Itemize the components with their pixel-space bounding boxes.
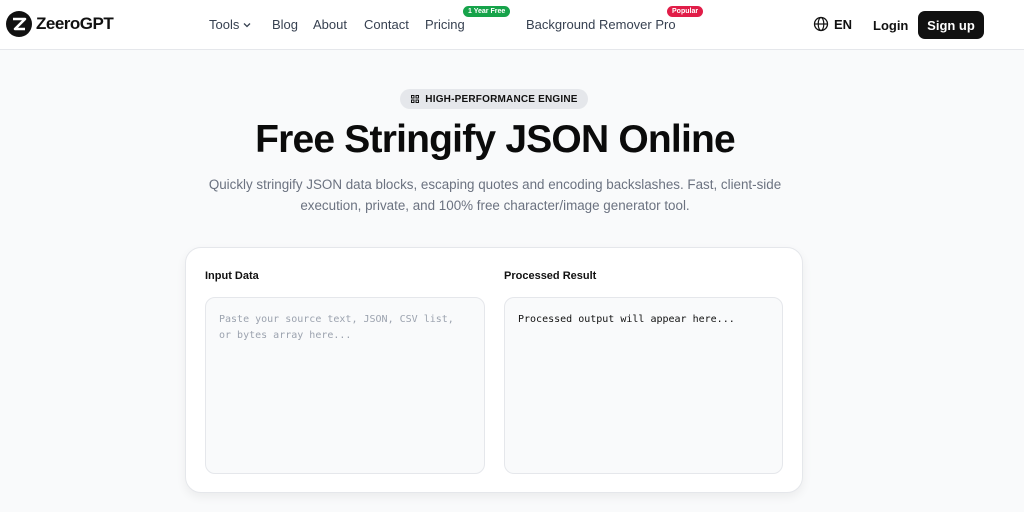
- nav-background-remover-label: Background Remover Pro: [526, 17, 676, 32]
- nav-tools[interactable]: Tools: [209, 17, 252, 32]
- login-link[interactable]: Login: [873, 18, 908, 33]
- language-selector[interactable]: EN: [813, 16, 852, 32]
- nav-pricing[interactable]: Pricing: [425, 17, 465, 32]
- pricing-badge: 1 Year Free: [463, 6, 511, 17]
- tool-card: Input Data Processed Result Processed ou…: [185, 247, 803, 493]
- nav-blog-label: Blog: [272, 17, 299, 32]
- popular-badge: Popular: [667, 6, 704, 17]
- zeerogpt-logo-icon: [6, 11, 32, 37]
- engine-pill: HIGH-PERFORMANCE ENGINE: [400, 89, 588, 109]
- chevron-down-icon: [243, 22, 251, 27]
- globe-icon: [813, 16, 829, 32]
- nav-about[interactable]: About: [313, 17, 347, 32]
- input-label: Input Data: [205, 270, 259, 282]
- nav-about-label: About: [313, 17, 347, 32]
- logo[interactable]: ZeeroGPT: [6, 11, 114, 37]
- nav-contact[interactable]: Contact: [364, 17, 409, 32]
- lightning-icon: [411, 95, 420, 103]
- site-header: ZeeroGPT Tools Blog About Contact Pricin…: [0, 0, 1024, 50]
- page-subtitle: Quickly stringify JSON data blocks, esca…: [208, 177, 782, 213]
- language-label: EN: [834, 16, 853, 32]
- signup-button[interactable]: Sign up: [918, 11, 984, 39]
- output-label: Processed Result: [504, 270, 597, 282]
- nav-tools-label: Tools: [209, 17, 240, 32]
- logo-text: ZeeroGPT: [36, 14, 114, 33]
- input-textarea[interactable]: [205, 297, 485, 474]
- nav-blog[interactable]: Blog: [272, 17, 298, 32]
- engine-pill-text: HIGH-PERFORMANCE ENGINE: [425, 93, 578, 105]
- nav-contact-label: Contact: [364, 17, 409, 32]
- nav-pricing-label: Pricing: [425, 17, 465, 32]
- output-area[interactable]: Processed output will appear here...: [504, 297, 783, 474]
- page-title: Free Stringify JSON Online: [255, 118, 736, 161]
- nav-background-remover[interactable]: Background Remover Pro: [526, 17, 676, 32]
